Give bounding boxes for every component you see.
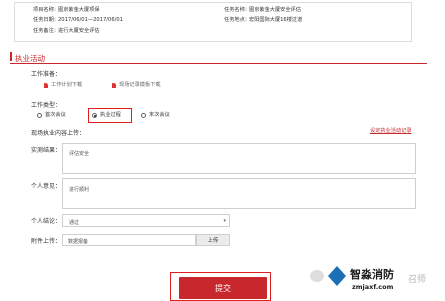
work-type-label: 工作类型： <box>31 102 62 109</box>
work-prep-label: 工作准备： <box>31 71 62 78</box>
opinion-label: 个人意见： <box>31 183 62 190</box>
upload-button[interactable]: 上传 <box>196 234 230 246</box>
radio-label: 首次会议 <box>45 112 66 118</box>
download-template-link[interactable]: 现场记录模板下载 <box>112 82 161 89</box>
radio-circle <box>37 113 42 119</box>
radio-process[interactable]: 执业过程 <box>92 112 121 119</box>
result-value: 评估安全 <box>69 151 90 157</box>
radio-final-meeting[interactable]: 末次会议 <box>141 112 170 119</box>
result-label: 实测结果： <box>31 147 62 154</box>
task-location-value: 宏阳国际大厦16楼过道 <box>249 17 303 23</box>
opinion-value: 进行顺利 <box>69 187 90 193</box>
wechat-icon <box>310 270 324 282</box>
watermark-domain: zmjaxf.com <box>352 283 394 291</box>
brand-logo-icon <box>328 266 346 286</box>
watermark-brand: 智淼消防 <box>350 268 394 281</box>
download-plan-label: 工作计划下载 <box>51 82 83 88</box>
radio-label: 执业过程 <box>100 112 121 118</box>
section-marker <box>10 52 12 61</box>
task-date-label: 任务日期： <box>33 17 59 23</box>
task-name-value: 图京紫金大厦安全评估 <box>249 7 301 13</box>
result-textarea[interactable]: 评估安全 <box>62 143 416 174</box>
radio-label: 末次会议 <box>149 112 170 118</box>
conclusion-select[interactable]: 通过 ▾ <box>62 214 230 227</box>
conclusion-value: 通过 <box>69 220 80 226</box>
set-record-link[interactable]: 设定执业活动记录 <box>370 128 412 134</box>
task-note-label: 任务备注： <box>33 28 59 34</box>
download-plan-link[interactable]: 工作计划下载 <box>44 82 83 89</box>
file-download-icon <box>44 83 48 89</box>
file-download-icon <box>112 83 116 89</box>
task-note-value: 进行大厦安全评估 <box>58 28 100 34</box>
project-value: 图京紫金大厦项保 <box>58 7 100 13</box>
radio-circle-selected <box>92 113 97 119</box>
download-template-label: 现场记录模板下载 <box>119 82 161 88</box>
radio-first-meeting[interactable]: 首次会议 <box>37 112 66 119</box>
project-label: 项目名称： <box>33 7 59 13</box>
watermark-suffix: 召师 <box>408 275 427 285</box>
attachment-input[interactable]: 数据报备 <box>62 234 196 246</box>
upload-label: 现场执业内容上传： <box>31 130 86 137</box>
section-divider <box>10 63 427 64</box>
task-date-value: 2017/06/01—2017/06/01 <box>58 17 123 23</box>
opinion-textarea[interactable]: 进行顺利 <box>62 178 416 209</box>
radio-circle <box>141 113 146 119</box>
attachment-label: 附件上传： <box>31 238 62 245</box>
task-name-label: 任务名称： <box>224 7 250 13</box>
conclusion-label: 个人结论： <box>31 218 62 225</box>
task-location-label: 任务地点： <box>224 17 250 23</box>
chevron-down-icon: ▾ <box>223 218 226 224</box>
attachment-value: 数据报备 <box>68 239 89 245</box>
submit-button[interactable]: 提交 <box>179 277 267 299</box>
